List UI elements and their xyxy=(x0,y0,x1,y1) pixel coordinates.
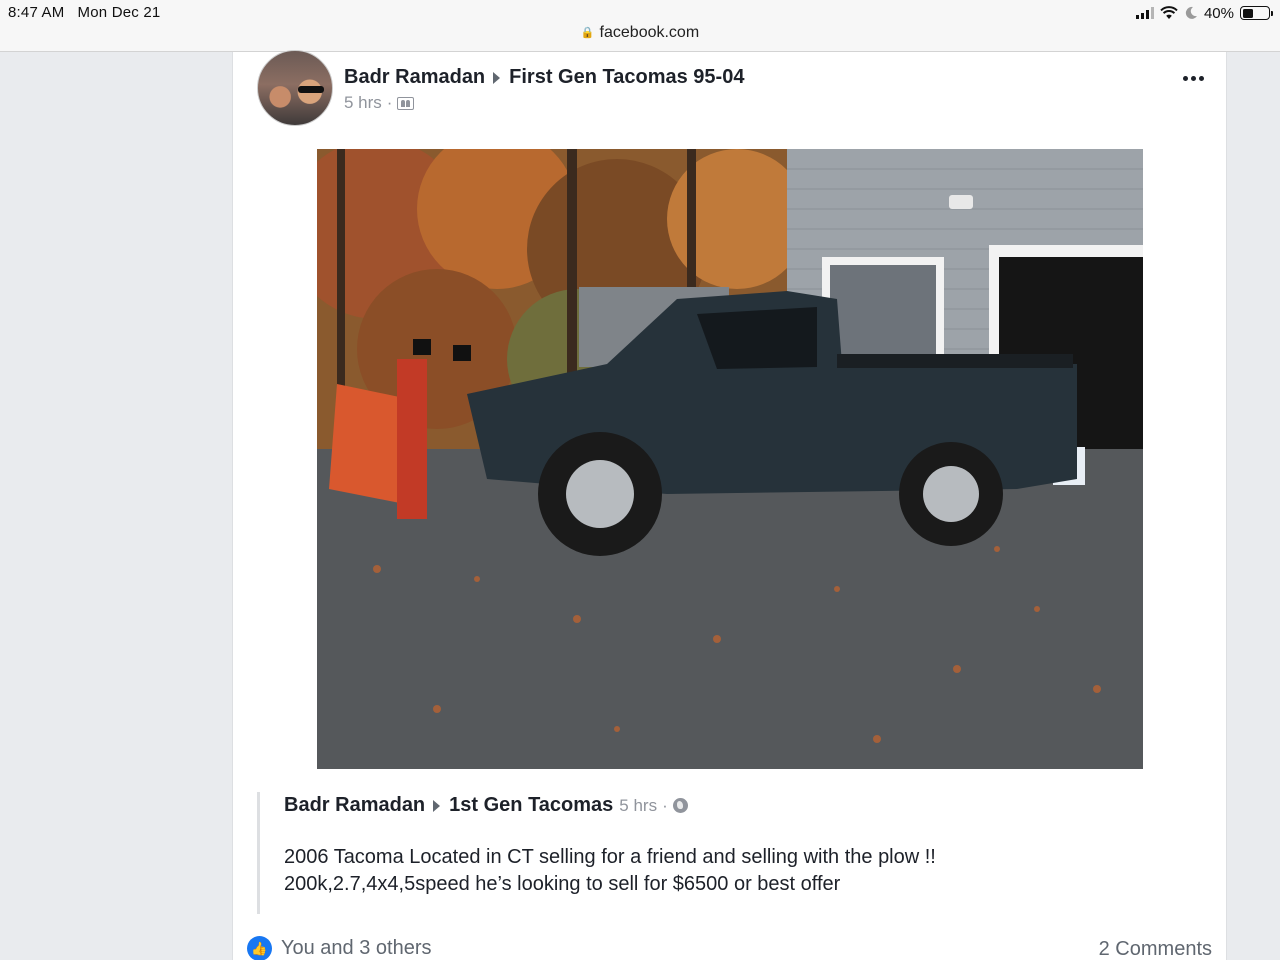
cellular-signal-icon xyxy=(1135,7,1154,19)
url-text: facebook.com xyxy=(599,24,700,41)
clock-time: 8:47 AM xyxy=(8,4,65,21)
battery-level-fill xyxy=(1242,8,1253,18)
status-time: 8:47 AM Mon Dec 21 xyxy=(8,4,160,21)
author-name-link[interactable]: Badr Ramadan xyxy=(344,66,485,89)
post-photo[interactable] xyxy=(317,149,1143,769)
post-time[interactable]: 5 hrs xyxy=(344,93,382,113)
clock-date: Mon Dec 21 xyxy=(77,4,161,21)
meta-separator: · xyxy=(662,795,668,815)
shared-post-time[interactable]: 5 hrs xyxy=(619,796,657,816)
do-not-disturb-moon-icon xyxy=(1185,6,1197,19)
meta-separator: · xyxy=(386,93,393,112)
avatar-sunglasses xyxy=(298,86,324,93)
browser-top-bar: 8:47 AM Mon Dec 21 40% 🔒 facebook.com xyxy=(0,0,1280,52)
shared-post-text: 2006 Tacoma Located in CT selling for a … xyxy=(284,844,1164,898)
lock-icon: 🔒 xyxy=(580,27,595,39)
thumbs-up-icon: 👍 xyxy=(247,936,272,960)
status-icons: 40% xyxy=(1135,3,1273,23)
globe-icon xyxy=(672,798,688,813)
reactions-summary[interactable]: 👍 You and 3 others xyxy=(247,936,432,960)
battery-percent: 40% xyxy=(1203,4,1234,22)
shared-post-quote: Badr Ramadan 1st Gen Tacomas 5 hrs · 200… xyxy=(257,792,1187,914)
group-name-link[interactable]: First Gen Tacomas 95-04 xyxy=(509,66,744,89)
comments-count-link[interactable]: 2 Comments xyxy=(1099,938,1212,960)
shared-post-meta: 5 hrs · xyxy=(619,795,688,816)
shared-post-header: Badr Ramadan 1st Gen Tacomas 5 hrs · xyxy=(284,794,688,817)
post-meta: 5 hrs · xyxy=(344,93,415,113)
likes-text: You and 3 others xyxy=(281,937,432,959)
battery-icon xyxy=(1240,6,1273,20)
address-bar[interactable]: 🔒 facebook.com xyxy=(0,24,1280,42)
shared-group-link[interactable]: 1st Gen Tacomas xyxy=(449,794,613,817)
triangle-right-icon xyxy=(493,71,501,84)
wifi-icon xyxy=(1160,6,1178,19)
post-header: Badr Ramadan First Gen Tacomas 95-04 xyxy=(344,66,744,89)
more-options-icon[interactable] xyxy=(1183,76,1204,81)
group-icon xyxy=(397,96,415,110)
post-card: Badr Ramadan First Gen Tacomas 95-04 5 h… xyxy=(232,50,1227,960)
post-text-line-2: 200k,2.7,4x4,5speed he’s looking to sell… xyxy=(284,873,841,895)
triangle-right-icon xyxy=(433,799,441,812)
truck-photo-illustration xyxy=(317,149,1143,769)
author-avatar[interactable] xyxy=(257,50,333,126)
post-text-line-1: 2006 Tacoma Located in CT selling for a … xyxy=(284,846,936,868)
shared-author-link[interactable]: Badr Ramadan xyxy=(284,794,425,817)
